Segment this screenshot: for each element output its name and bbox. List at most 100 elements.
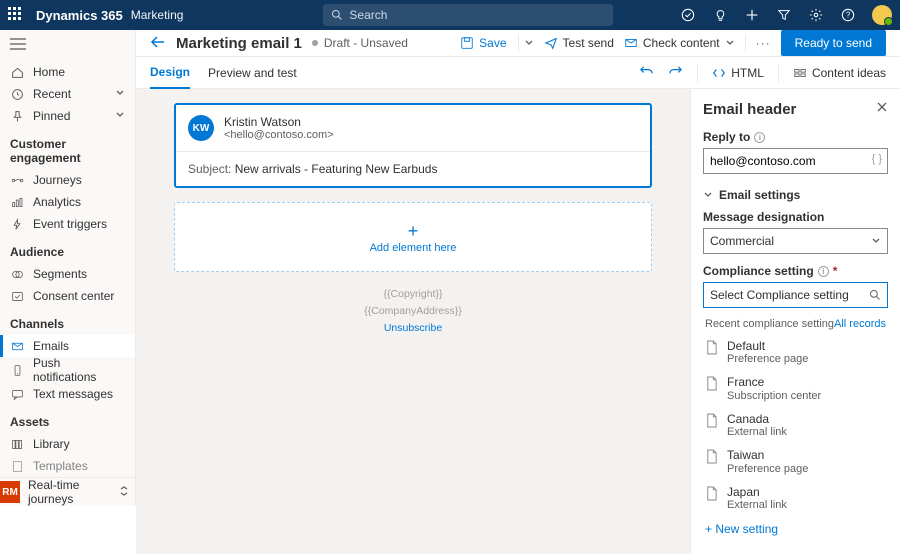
nav-analytics[interactable]: Analytics <box>0 191 135 213</box>
nav-event-triggers[interactable]: Event triggers <box>0 213 135 235</box>
nav-recent[interactable]: Recent <box>0 83 135 105</box>
document-icon <box>705 413 719 429</box>
properties-panel: Email header Reply toi { } Email setting… <box>690 89 900 554</box>
check-content-button[interactable]: Check content <box>624 36 735 50</box>
nav-collapse-button[interactable] <box>0 30 135 61</box>
chevron-down-icon[interactable] <box>725 38 735 48</box>
redo-button[interactable] <box>668 64 683 82</box>
document-icon <box>705 449 719 465</box>
nav-library[interactable]: Library <box>0 433 135 455</box>
lightbulb-icon[interactable] <box>712 7 728 23</box>
global-search[interactable]: Search <box>323 4 613 26</box>
consent-icon <box>10 289 24 303</box>
email-icon <box>10 339 24 353</box>
add-element-dropzone[interactable]: + Add element here <box>174 202 652 272</box>
clock-icon <box>10 87 24 101</box>
reply-to-label: Reply toi <box>703 130 888 144</box>
page-title: Marketing email 1 <box>176 35 302 52</box>
segments-icon <box>10 267 24 281</box>
nav-pinned[interactable]: Pinned <box>0 105 135 127</box>
search-placeholder: Search <box>349 8 387 22</box>
sender-email: <hello@contoso.com> <box>224 129 334 141</box>
tab-design[interactable]: Design <box>150 57 190 89</box>
undo-button[interactable] <box>639 64 654 82</box>
sender-avatar: KW <box>188 115 214 141</box>
journeys-icon <box>10 173 24 187</box>
filter-icon[interactable] <box>776 7 792 23</box>
settings-icon[interactable] <box>808 7 824 23</box>
add-icon[interactable] <box>744 7 760 23</box>
status-dot <box>312 40 318 46</box>
area-label: Real-time journeys <box>28 478 119 506</box>
ready-to-send-button[interactable]: Ready to send <box>781 30 886 56</box>
nav-section-channels: Channels <box>0 307 135 335</box>
chevron-down-icon <box>115 87 125 101</box>
new-setting-link[interactable]: + New setting <box>703 516 888 542</box>
tab-preview[interactable]: Preview and test <box>208 57 297 89</box>
nav-section-engagement: Customer engagement <box>0 127 135 169</box>
assistant-icon[interactable] <box>680 7 696 23</box>
nav-section-assets: Assets <box>0 405 135 433</box>
compliance-select[interactable]: Select Compliance setting <box>703 282 888 308</box>
document-icon <box>705 340 719 356</box>
nav-journeys[interactable]: Journeys <box>0 169 135 191</box>
nav-push[interactable]: Push notifications <box>0 357 135 383</box>
area-switcher[interactable]: RM Real-time journeys <box>0 477 135 506</box>
plus-icon: + <box>408 221 419 242</box>
save-button[interactable]: Save <box>460 34 533 52</box>
triggers-icon <box>10 217 24 231</box>
test-send-button[interactable]: Test send <box>544 36 614 50</box>
email-header-card[interactable]: KW Kristin Watson <hello@contoso.com> Su… <box>174 103 652 188</box>
reply-to-input[interactable] <box>703 148 888 174</box>
nav-segments[interactable]: Segments <box>0 263 135 285</box>
close-panel-button[interactable] <box>876 101 888 116</box>
back-button[interactable] <box>150 35 166 52</box>
library-icon <box>10 437 24 451</box>
unsubscribe-link[interactable]: Unsubscribe <box>174 320 652 337</box>
overflow-button[interactable]: ··· <box>756 36 771 50</box>
app-launcher-icon[interactable] <box>8 7 24 23</box>
pin-icon <box>10 109 24 123</box>
content-ideas-button[interactable]: Content ideas <box>793 66 886 80</box>
designation-select[interactable]: Commercial <box>703 228 888 254</box>
analytics-icon <box>10 195 24 209</box>
help-icon[interactable]: ? <box>840 7 856 23</box>
panel-title: Email header <box>703 101 888 118</box>
user-avatar[interactable] <box>872 5 892 25</box>
area-badge: RM <box>0 481 20 503</box>
compliance-option[interactable]: DefaultPreference page <box>703 334 888 370</box>
chevron-down-icon <box>871 236 881 246</box>
document-icon <box>705 376 719 392</box>
nav-templates[interactable]: Templates <box>0 455 135 477</box>
compliance-dropdown: Recent compliance settingAll records Def… <box>703 314 888 542</box>
nav-emails[interactable]: Emails <box>0 335 135 357</box>
all-records-link[interactable]: All records <box>834 318 886 330</box>
compliance-option[interactable]: TaiwanPreference page <box>703 443 888 479</box>
nav-consent-center[interactable]: Consent center <box>0 285 135 307</box>
info-icon[interactable]: i <box>818 266 829 277</box>
chevron-down-icon <box>703 190 713 200</box>
brand-name: Dynamics 365 <box>36 8 123 23</box>
nav-home[interactable]: Home <box>0 61 135 83</box>
updown-icon <box>119 485 129 500</box>
compliance-option[interactable]: JapanExternal link <box>703 480 888 516</box>
html-view-button[interactable]: HTML <box>712 66 764 80</box>
info-icon[interactable]: i <box>754 132 765 143</box>
compliance-option[interactable]: CanadaExternal link <box>703 407 888 443</box>
personalize-icon[interactable]: { } <box>872 153 882 165</box>
nav-section-audience: Audience <box>0 235 135 263</box>
designation-label: Message designation <box>703 210 888 224</box>
sms-icon <box>10 387 24 401</box>
chevron-down-icon <box>115 109 125 123</box>
push-icon <box>10 363 24 377</box>
search-icon <box>331 9 343 21</box>
sender-name: Kristin Watson <box>224 115 334 129</box>
email-footer: {{Copyright}} {{CompanyAddress}} Unsubsc… <box>174 286 652 336</box>
nav-text-messages[interactable]: Text messages <box>0 383 135 405</box>
compliance-label: Compliance settingi* <box>703 264 888 278</box>
subject-row[interactable]: Subject: New arrivals - Featuring New Ea… <box>176 151 650 186</box>
top-app-bar: Dynamics 365 Marketing Search ? <box>0 0 900 30</box>
email-settings-header[interactable]: Email settings <box>703 188 888 202</box>
compliance-option[interactable]: FranceSubscription center <box>703 370 888 406</box>
chevron-down-icon[interactable] <box>524 38 534 48</box>
